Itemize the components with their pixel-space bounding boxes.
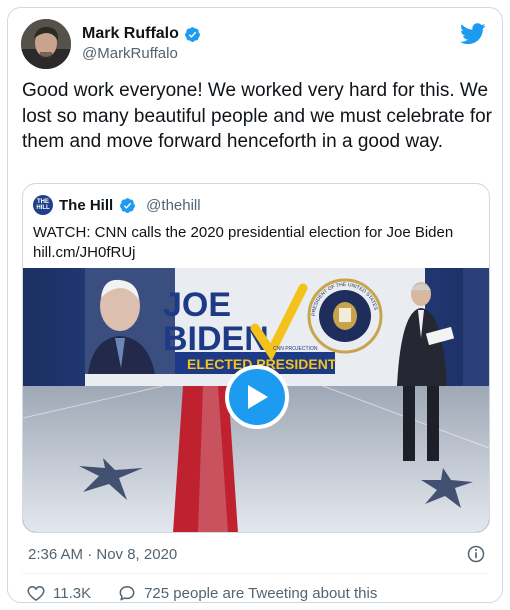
like-button[interactable]: 11.3K [26, 583, 91, 603]
play-icon [248, 385, 268, 409]
author-handle[interactable]: @MarkRuffalo [82, 45, 178, 62]
verified-icon [184, 26, 200, 42]
quoted-tweet[interactable]: THE HILL The Hill @thehill WATCH: CNN ca… [22, 183, 490, 533]
tweet-actions: 11.3K 725 people are Tweeting about this [26, 583, 377, 603]
quoted-author-name: The Hill [59, 196, 114, 214]
author-row: Mark Ruffalo [82, 25, 201, 43]
heart-icon [27, 585, 45, 601]
verified-icon [120, 197, 136, 213]
avatar[interactable] [21, 19, 71, 69]
tweet-timestamp[interactable]: 2:36 AM · Nov 8, 2020 [28, 546, 177, 563]
quoted-tweet-link[interactable]: hill.cm/JH0fRUj [33, 244, 136, 261]
video-name-line1: JOE [163, 286, 231, 324]
tweeting-about-button[interactable]: 725 people are Tweeting about this [117, 583, 377, 603]
chat-bubble-icon [119, 586, 135, 601]
twitter-bird-icon[interactable] [460, 23, 486, 45]
tweet-text: Good work everyone! We worked very hard … [22, 80, 492, 152]
video-projection-tag: CNN PROJECTION [273, 346, 318, 352]
like-count: 11.3K [53, 584, 92, 602]
tweeting-count: 725 people are Tweeting about this [144, 584, 378, 602]
the-hill-logo: THE HILL [33, 195, 53, 215]
quoted-tweet-text: WATCH: CNN calls the 2020 presidential e… [33, 224, 454, 241]
quoted-tweet-header: THE HILL The Hill @thehill [33, 195, 201, 215]
tweet-card: Mark Ruffalo @MarkRuffalo Good work ever… [7, 7, 503, 603]
info-icon[interactable] [466, 544, 486, 564]
divider [22, 573, 488, 574]
quoted-author-handle: @thehill [146, 196, 201, 214]
video-player[interactable]: JOE BIDEN ELECTED PRESIDENT CNN PROJECTI… [23, 268, 489, 532]
author-name[interactable]: Mark Ruffalo [82, 25, 179, 43]
play-button[interactable] [225, 365, 289, 429]
